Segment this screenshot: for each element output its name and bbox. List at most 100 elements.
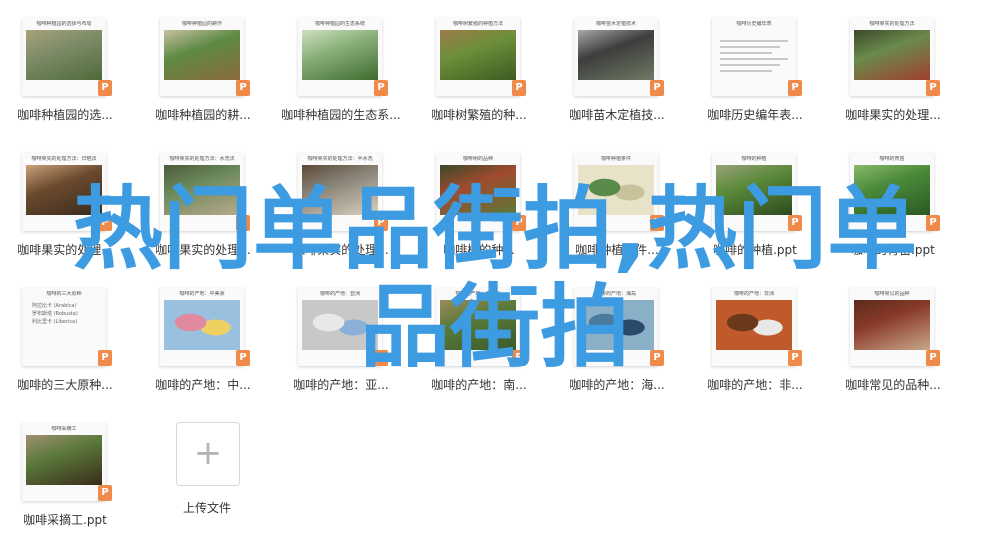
file-thumbnail: 咖啡种植园的耕作 [160, 18, 244, 96]
file-tile[interactable]: 咖啡果实的处理方法：半水洗 P 咖啡果实的处理... [276, 145, 406, 265]
file-tile[interactable]: 咖啡的产地：海岛 P 咖啡的产地：海... [552, 280, 682, 400]
thumbnail-bullets: 阿拉比卡 (Arabica) 罗布斯塔 (Robusta) 利比里卡 (Liberi… [32, 302, 78, 326]
thumbnail-photo [854, 300, 930, 350]
thumbnail-map-image [578, 165, 654, 215]
thumbnail-title: 咖啡的三大原种 [46, 291, 82, 297]
file-tile[interactable]: 咖啡种植条件 P 咖啡种植条件... [552, 145, 682, 265]
file-name: 咖啡采摘工.ppt [23, 513, 107, 527]
thumbnail-photo [440, 30, 516, 80]
file-thumbnail: 咖啡的产地：亚洲 [298, 288, 382, 366]
thumbnail-title: 咖啡种植园的选择与布局 [36, 21, 92, 27]
file-thumbnail: 咖啡苗木定植技术 [574, 18, 658, 96]
thumbnail-photo [164, 165, 240, 215]
ppt-file-icon: P [98, 215, 112, 231]
file-thumbnail: 咖啡种植条件 [574, 153, 658, 231]
file-tile[interactable]: 咖啡的三大原种阿拉比卡 (Arabica) 罗布斯塔 (Robusta) 利比里卡 … [0, 280, 130, 400]
file-tile[interactable]: 咖啡的育苗 P 咖啡的育苗.ppt [828, 145, 958, 265]
thumbnail-bullet: 罗布斯塔 (Robusta) [32, 311, 78, 317]
file-name: 咖啡的产地：亚... [293, 378, 389, 392]
file-thumbnail: 咖啡果实的处理方法：半水洗 [298, 153, 382, 231]
thumbnail-title: 咖啡果实的处理方法：半水洗 [307, 156, 373, 162]
file-thumbnail: 咖啡种植园的生态系统 [298, 18, 382, 96]
file-tile[interactable]: 咖啡的产地：南美洲 P 咖啡的产地：南... [414, 280, 544, 400]
ppt-file-icon: P [788, 215, 802, 231]
thumbnail-title: 咖啡的产地：海岛 [595, 291, 636, 297]
thumbnail-photo [578, 30, 654, 80]
thumbnail-text-lines [720, 40, 788, 76]
file-thumbnail: 咖啡果实的处理方法：日晒法 [22, 153, 106, 231]
file-thumbnail: 咖啡的产地：中美洲 [160, 288, 244, 366]
thumbnail-map-image [164, 300, 240, 350]
thumbnail-photo [302, 30, 378, 80]
ppt-file-icon: P [650, 350, 664, 366]
thumbnail-title: 咖啡种植园的生态系统 [314, 21, 365, 27]
thumbnail-title: 咖啡种植条件 [600, 156, 631, 162]
file-name: 咖啡的产地：中... [155, 378, 251, 392]
ppt-file-icon: P [374, 350, 388, 366]
ppt-file-icon: P [926, 215, 940, 231]
file-name: 咖啡种植园的耕... [155, 108, 251, 122]
file-name: 咖啡果实的处理... [155, 243, 251, 257]
file-name: 咖啡树繁殖的种... [431, 108, 527, 122]
file-tile[interactable]: 咖啡的产地：非洲 P 咖啡的产地：非... [690, 280, 820, 400]
file-tile[interactable]: 咖啡果实的处理方法 P 咖啡果实的处理... [828, 10, 958, 130]
file-name: 咖啡种植园的选... [17, 108, 113, 122]
thumbnail-title: 咖啡苗木定植技术 [595, 21, 636, 27]
thumbnail-photo [164, 30, 240, 80]
ppt-file-icon: P [788, 350, 802, 366]
file-thumbnail: 咖啡的育苗 [850, 153, 934, 231]
file-tile[interactable]: 咖啡常见的品种 P 咖啡常见的品种... [828, 280, 958, 400]
file-tile[interactable]: 咖啡的种植 P 咖啡的种植.ppt [690, 145, 820, 265]
thumbnail-title: 咖啡种植园的耕作 [181, 21, 222, 27]
file-tile[interactable]: 咖啡果实的处理方法：水洗法 P 咖啡果实的处理... [138, 145, 268, 265]
file-thumbnail: 咖啡果实的处理方法：水洗法 [160, 153, 244, 231]
file-thumbnail: 咖啡种植园的选择与布局 [22, 18, 106, 96]
file-thumbnail: 咖啡的三大原种阿拉比卡 (Arabica) 罗布斯塔 (Robusta) 利比里卡 … [22, 288, 106, 366]
thumbnail-bullet: 阿拉比卡 (Arabica) [32, 303, 77, 309]
thumbnail-title: 咖啡树繁殖的种植方法 [452, 21, 503, 27]
file-thumbnail: 咖啡的产地：南美洲 [436, 288, 520, 366]
thumbnail-photo [716, 165, 792, 215]
ppt-file-icon: P [512, 80, 526, 96]
file-thumbnail: 咖啡的产地：非洲 [712, 288, 796, 366]
file-name: 咖啡种植条件... [575, 243, 659, 257]
file-thumbnail: 咖啡历史编年表 [712, 18, 796, 96]
file-tile[interactable]: 咖啡种植园的选择与布局 P 咖啡种植园的选... [0, 10, 130, 130]
file-tile[interactable]: 咖啡树繁殖的种植方法 P 咖啡树繁殖的种... [414, 10, 544, 130]
ppt-file-icon: P [236, 80, 250, 96]
thumbnail-map-image [578, 300, 654, 350]
ppt-file-icon: P [236, 350, 250, 366]
file-tile[interactable]: 咖啡的产地：亚洲 P 咖啡的产地：亚... [276, 280, 406, 400]
ppt-file-icon: P [788, 80, 802, 96]
thumbnail-title: 咖啡的育苗 [879, 156, 905, 162]
thumbnail-photo [854, 30, 930, 80]
thumbnail-map-image [716, 300, 792, 350]
thumbnail-title: 咖啡的产地：亚洲 [319, 291, 360, 297]
upload-button[interactable]: + [176, 422, 240, 486]
file-tile[interactable]: 咖啡苗木定植技术 P 咖啡苗木定植技... [552, 10, 682, 130]
upload-label: 上传文件 [182, 501, 231, 515]
thumbnail-title: 咖啡果实的处理方法：日晒法 [31, 156, 97, 162]
file-tile[interactable]: 咖啡果实的处理方法：日晒法 P 咖啡果实的处理... [0, 145, 130, 265]
thumbnail-bullet: 利比里卡 (Liberica) [32, 319, 78, 325]
file-thumbnail: 咖啡树繁殖的种植方法 [436, 18, 520, 96]
file-tile[interactable]: 咖啡树的品种 P 咖啡树的种... [414, 145, 544, 265]
file-tile[interactable]: 咖啡的产地：中美洲 P 咖啡的产地：中... [138, 280, 268, 400]
thumbnail-photo [26, 435, 102, 485]
thumbnail-photo [440, 165, 516, 215]
file-tile[interactable]: 咖啡采摘工 P 咖啡采摘工.ppt [0, 415, 130, 535]
file-name: 咖啡的产地：南... [431, 378, 527, 392]
thumbnail-photo [302, 165, 378, 215]
ppt-file-icon: P [374, 215, 388, 231]
file-tile[interactable]: 咖啡历史编年表 P 咖啡历史编年表... [690, 10, 820, 130]
file-tile[interactable]: 咖啡种植园的耕作 P 咖啡种植园的耕... [138, 10, 268, 130]
file-name: 咖啡历史编年表... [707, 108, 803, 122]
file-tile[interactable]: 咖啡种植园的生态系统 P 咖啡种植园的生态系... [276, 10, 406, 130]
plus-icon: + [193, 433, 223, 473]
file-thumbnail: 咖啡的产地：海岛 [574, 288, 658, 366]
file-name: 咖啡果实的处理... [845, 108, 941, 122]
file-name: 咖啡种植园的生态系... [281, 108, 401, 122]
ppt-file-icon: P [374, 80, 388, 96]
ppt-file-icon: P [98, 80, 112, 96]
thumbnail-title: 咖啡常见的品种 [874, 291, 910, 297]
